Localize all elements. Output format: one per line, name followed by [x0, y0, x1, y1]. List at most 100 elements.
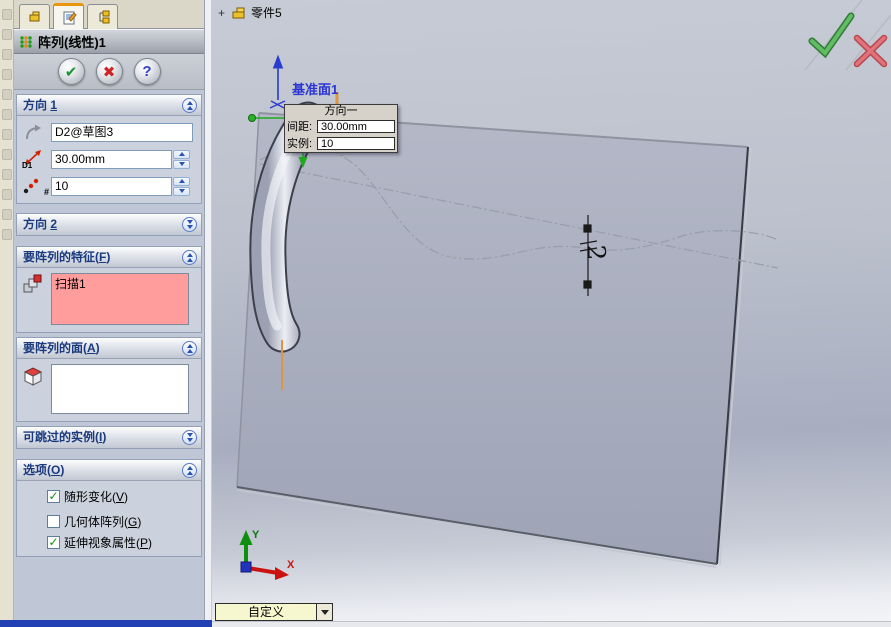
ok-button[interactable]: ✔: [57, 58, 85, 85]
property-manager-panel: 阵列(线性)1 ✔ ✖ ? 方向 1 D2@草图3 D1 30.00mm # 1…: [14, 0, 205, 620]
group-direction1: 方向 1 D2@草图3 D1 30.00mm # 10: [16, 94, 202, 204]
instance-count-field[interactable]: 10: [51, 176, 172, 196]
group-direction1-label: 方向 1: [23, 98, 58, 112]
feature-tree-item[interactable]: + 零件5: [217, 4, 282, 21]
chevron-down-icon: [320, 609, 329, 615]
spin-down-icon[interactable]: [173, 186, 190, 196]
group-direction2-label: 方向 2: [23, 217, 58, 231]
toolbar-icon[interactable]: [1, 189, 12, 200]
collapse-chevron-icon[interactable]: [182, 250, 197, 265]
expand-chevron-icon[interactable]: [182, 430, 197, 445]
toolbar-icon[interactable]: [1, 69, 12, 80]
spacing-icon: D1: [21, 148, 51, 170]
panel-splitter[interactable]: [205, 0, 212, 621]
toolbar-icon[interactable]: [1, 149, 12, 160]
graphics-viewport[interactable]: Y X + 零件5 基准面1 方向一 间距: 30.00mm 实例: 10 2 …: [212, 0, 891, 621]
count-spinner: [173, 176, 190, 196]
panel-tab-strip: [14, 0, 204, 29]
group-direction2-header[interactable]: 方向 2: [17, 214, 201, 235]
callout-spacing-value[interactable]: 30.00mm: [317, 119, 395, 133]
group-options: 选项(O) ✓ 随形变化(V) 几何体阵列(G) ✓ 延伸视象属性(P): [16, 459, 202, 557]
dropdown-arrow-button[interactable]: [316, 604, 332, 620]
tree-item-label[interactable]: 零件5: [251, 4, 282, 21]
group-skip-instances: 可跳过的实例(I): [16, 426, 202, 449]
spin-up-icon[interactable]: [173, 149, 190, 159]
base-plate-face[interactable]: [236, 112, 752, 568]
vary-sketch-checkbox[interactable]: ✓: [47, 490, 60, 503]
toolbar-icon[interactable]: [1, 49, 12, 60]
spacing-spinner: [173, 149, 190, 169]
collapse-chevron-icon[interactable]: [182, 341, 197, 356]
group-options-label: 选项(O): [23, 463, 65, 477]
collapse-chevron-icon[interactable]: [182, 98, 197, 113]
toolbar-icon[interactable]: [1, 209, 12, 220]
reverse-direction-icon[interactable]: [21, 121, 51, 143]
instance-count-icon: #: [21, 175, 51, 197]
tree-expander[interactable]: +: [217, 6, 226, 20]
toolbar-icon[interactable]: [1, 129, 12, 140]
list-item[interactable]: 扫描1: [55, 275, 185, 292]
callout-instances-label: 实例:: [287, 138, 313, 150]
spin-up-icon[interactable]: [173, 176, 190, 186]
left-toolbar-strip: [0, 0, 14, 620]
panel-body: 方向 1 D2@草图3 D1 30.00mm # 10 方向 2 要阵列的特征(…: [14, 90, 204, 620]
spacing-row: D1 30.00mm: [21, 148, 197, 170]
help-button[interactable]: ?: [133, 58, 161, 85]
group-faces-header[interactable]: 要阵列的面(A): [17, 338, 201, 359]
bottom-blue-strip: [0, 620, 212, 627]
faces-icon: [21, 364, 51, 386]
panel-title-bar: 阵列(线性)1: [14, 29, 204, 54]
group-features-header[interactable]: 要阵列的特征(F): [17, 247, 201, 268]
toolbar-icon[interactable]: [1, 29, 12, 40]
spacing-field[interactable]: 30.00mm: [51, 149, 172, 169]
toolbar-icon[interactable]: [1, 169, 12, 180]
pattern-direction-row: D2@草图3: [21, 121, 197, 143]
features-selection-list[interactable]: 扫描1: [51, 273, 189, 325]
geometry-pattern-checkbox[interactable]: [47, 515, 60, 528]
toolbar-icon[interactable]: [1, 229, 12, 240]
part-blocks-icon: [29, 11, 39, 22]
instance-count-row: # 10: [21, 175, 197, 203]
features-icon: [21, 273, 51, 295]
option-vary-sketch: ✓ 随形变化(V): [47, 487, 197, 506]
propagate-visual-checkbox[interactable]: ✓: [47, 536, 60, 549]
group-skip-label: 可跳过的实例(I): [23, 430, 107, 444]
callout-instances-value[interactable]: 10: [317, 136, 395, 150]
plane-label[interactable]: 基准面1: [292, 79, 338, 98]
toolbar-icon[interactable]: [1, 9, 12, 20]
solidworks-window: 阵列(线性)1 ✔ ✖ ? 方向 1 D2@草图3 D1 30.00mm # 1…: [0, 0, 891, 627]
group-direction2: 方向 2: [16, 213, 202, 236]
toolbar-icon[interactable]: [1, 89, 12, 100]
status-bar-strip: [212, 621, 891, 627]
group-faces-label: 要阵列的面(A): [23, 341, 100, 355]
expand-chevron-icon[interactable]: [182, 217, 197, 232]
group-faces: 要阵列的面(A): [16, 337, 202, 422]
toolbar-icon[interactable]: [1, 109, 12, 120]
pattern-direction-field[interactable]: D2@草图3: [51, 122, 193, 142]
dimension-text[interactable]: 2: [581, 245, 610, 261]
custom-view-dropdown[interactable]: 自定义: [215, 603, 333, 621]
vary-sketch-label: 随形变化(V): [64, 490, 129, 504]
triad-x-label: X: [287, 559, 295, 571]
tab-property-manager[interactable]: [53, 3, 84, 29]
cancel-button[interactable]: ✖: [95, 58, 123, 85]
callout-spacing-label: 间距:: [287, 121, 313, 133]
spin-down-icon[interactable]: [173, 159, 190, 169]
dropdown-value[interactable]: 自定义: [216, 604, 316, 620]
sketch-axis-arrow: [269, 54, 286, 109]
group-skip-header[interactable]: 可跳过的实例(I): [17, 427, 201, 448]
callout-title: 方向一: [324, 105, 358, 117]
pattern-callout[interactable]: 方向一 间距: 30.00mm 实例: 10: [284, 104, 398, 153]
corner-ok-icon[interactable]: [808, 12, 855, 59]
origin-triad: Y X: [239, 529, 295, 580]
group-direction1-header[interactable]: 方向 1: [17, 95, 201, 116]
collapse-chevron-icon[interactable]: [182, 463, 197, 478]
faces-selection-list[interactable]: [51, 364, 189, 414]
group-features: 要阵列的特征(F) 扫描1: [16, 246, 202, 333]
geometry-pattern-label: 几何体阵列(G): [64, 515, 142, 529]
panel-button-row: ✔ ✖ ?: [14, 54, 204, 90]
tab-feature-manager[interactable]: [19, 4, 50, 29]
group-options-header[interactable]: 选项(O): [17, 460, 201, 481]
tab-configuration-manager[interactable]: [87, 4, 118, 29]
option-propagate-visual: ✓ 延伸视象属性(P): [47, 536, 197, 556]
